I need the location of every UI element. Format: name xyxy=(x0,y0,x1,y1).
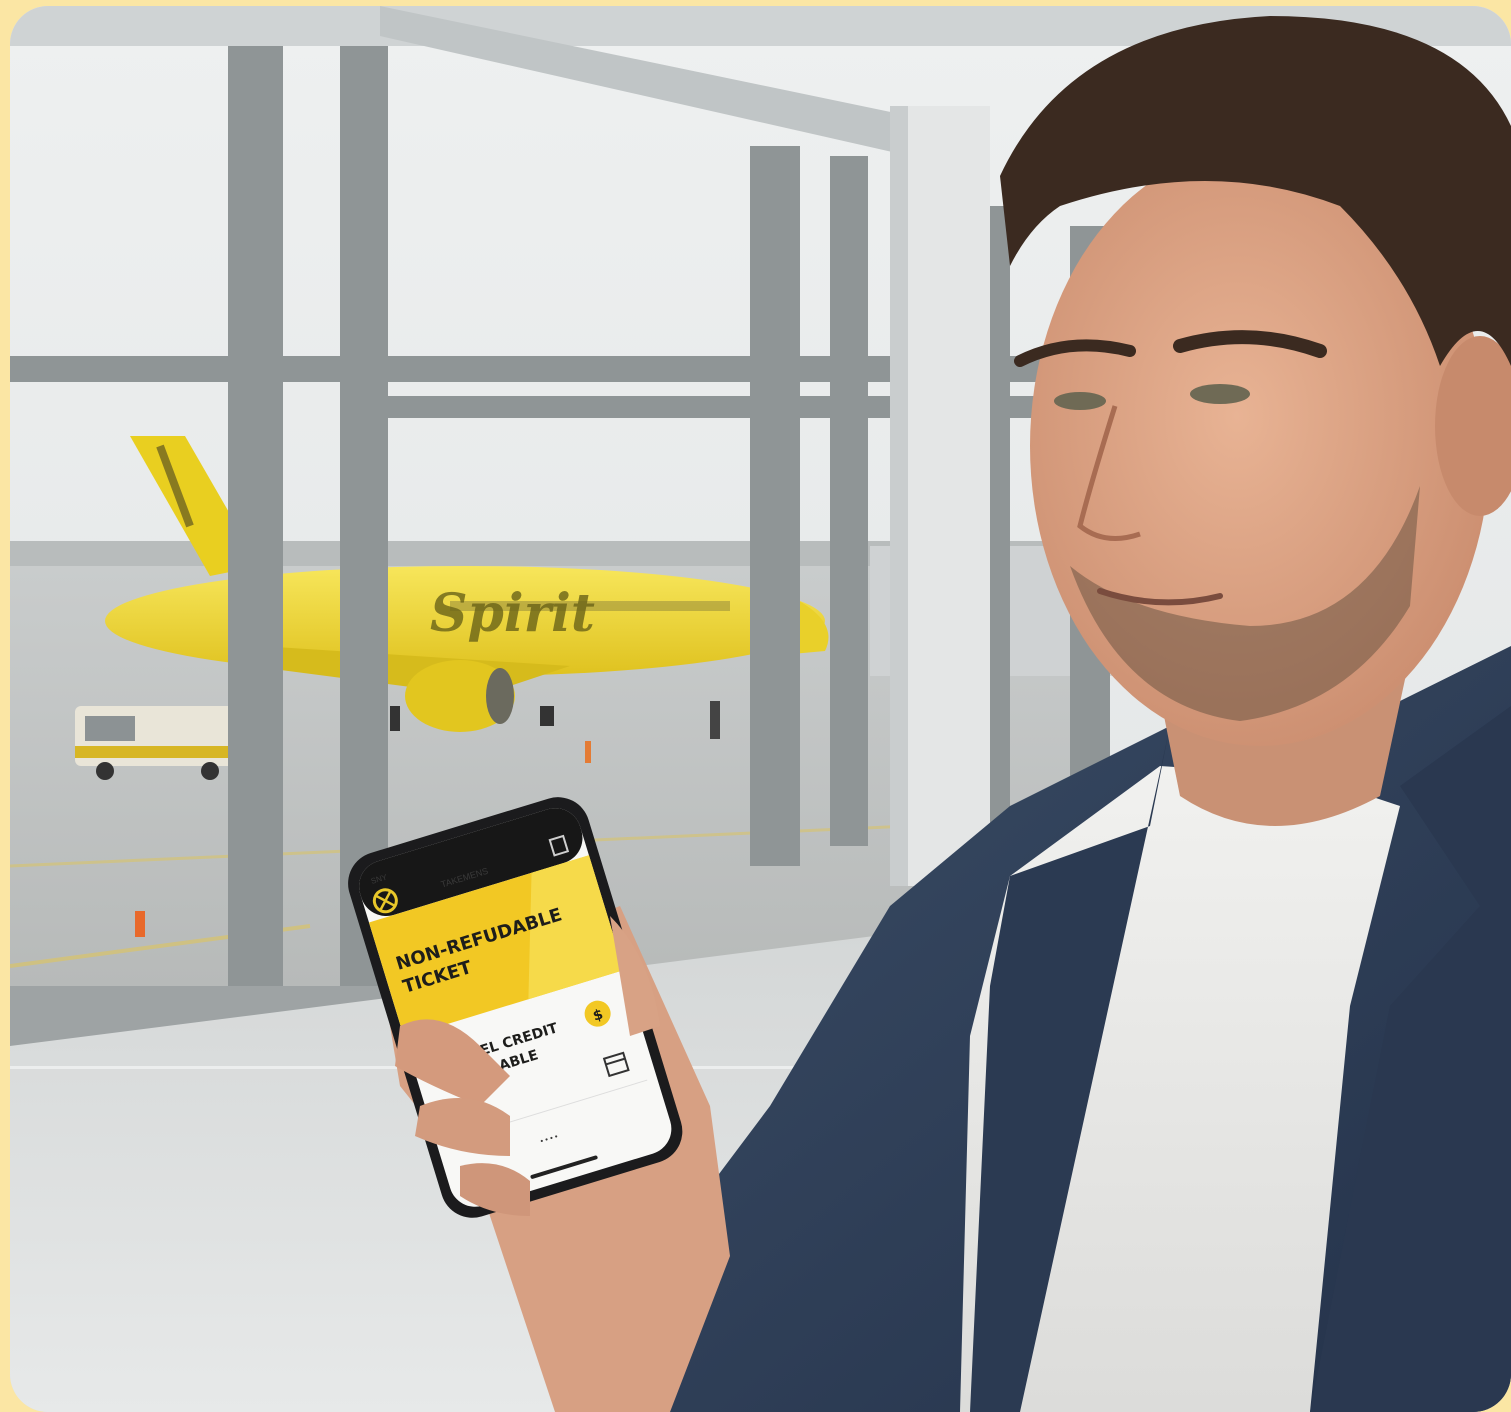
photo-frame: Spirit SNY TAKEMENS NON-REFUDABLE TICKET… xyxy=(10,6,1511,1412)
traffic-cone xyxy=(135,911,145,937)
airplane-livery-text: Spirit xyxy=(430,583,595,644)
airport-photo: Spirit SNY TAKEMENS NON-REFUDABLE TICKET… xyxy=(10,6,1511,1412)
